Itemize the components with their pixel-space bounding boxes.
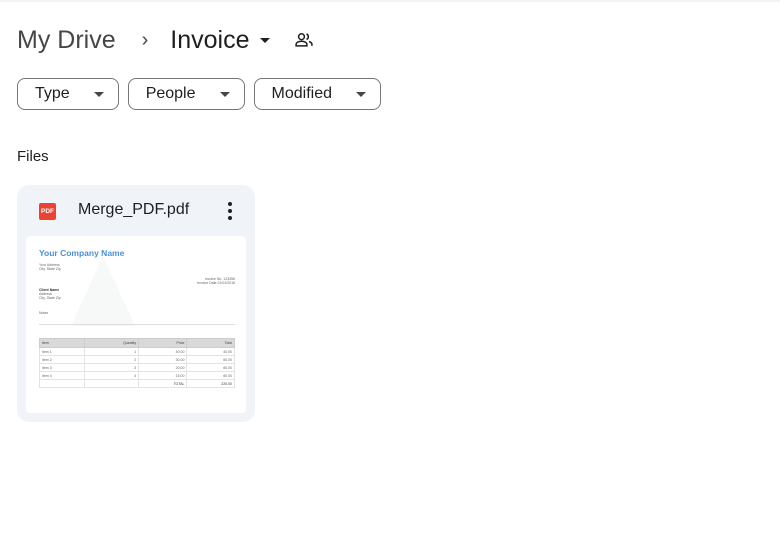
filter-people[interactable]: People [127,78,245,110]
notes: Notes [39,311,49,315]
company-city: City, State Zip [39,267,61,271]
invoice-preview: Your Company Name Your Address City, Sta… [39,248,235,388]
total-row: TOTAL 220.00 [39,379,235,388]
caret-down-icon [93,91,104,97]
file-name: Merge_PDF.pdf [78,201,190,218]
pdf-icon: PDF [39,203,56,220]
filter-modified-label: Modified [271,85,332,102]
invoice-table: Item Quantity Price Total Item 1 1 40.00 40… [39,338,235,388]
client-city: City, State Zip [39,296,61,300]
divider [39,324,235,325]
breadcrumb-current-folder[interactable]: Invoice [170,25,270,55]
file-card[interactable]: PDF Merge_PDF.pdf Your Company Name Your… [17,185,255,422]
caret-down-icon [219,91,230,97]
col-header: Price [138,338,188,348]
table-row: Item 2 2 30.00 60.00 [39,355,235,364]
invoice-date: Invoice Date 01/01/2016 [197,281,235,285]
table-row: Item 4 4 15.00 60.00 [39,371,235,380]
breadcrumb-my-drive[interactable]: My Drive [17,26,116,55]
file-thumbnail[interactable]: Your Company Name Your Address City, Sta… [26,236,246,413]
breadcrumb: My Drive › Invoice [17,22,314,58]
more-options-icon[interactable] [222,199,238,223]
company-name: Your Company Name [39,248,125,258]
table-row: Item 3 3 20.00 60.00 [39,363,235,372]
shared-people-icon[interactable] [294,30,314,50]
caret-down-icon [356,91,366,97]
folder-name: Invoice [170,25,250,54]
col-header: Total [186,338,235,348]
filter-bar: Type People Modified [17,78,381,110]
col-header: Quantity [83,338,140,348]
filter-modified[interactable]: Modified [253,78,381,110]
section-title: Files [17,148,49,165]
filter-people-label: People [145,85,196,102]
file-card-header: PDF Merge_PDF.pdf [17,185,255,235]
table-row: Item 1 1 40.00 40.00 [39,347,235,356]
filter-type-label: Type [35,85,70,102]
filter-type[interactable]: Type [17,78,119,110]
caret-down-icon [259,37,270,43]
top-divider [0,0,780,2]
chevron-right-icon: › [141,28,149,51]
col-header: Item [39,338,85,348]
